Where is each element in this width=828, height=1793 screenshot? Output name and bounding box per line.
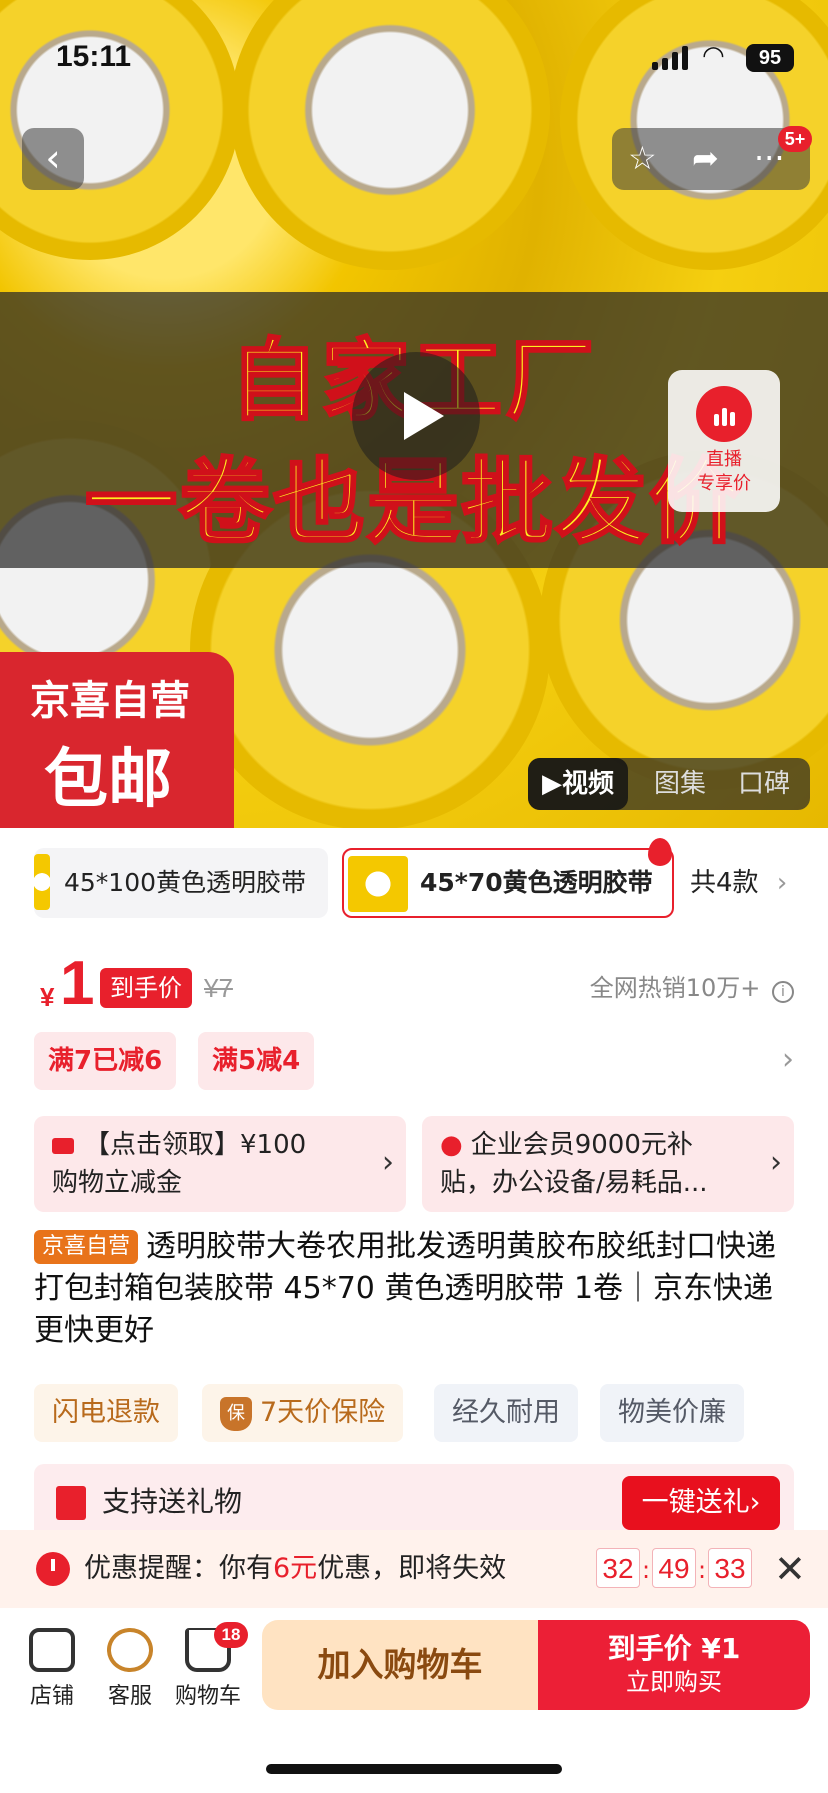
promo-card-enterprise[interactable]: ● 企业会员9000元补 贴，办公设备/易耗品... ›: [422, 1116, 794, 1212]
notification-badge: 5+: [778, 126, 812, 152]
promo-line: 贴，办公设备/易耗品...: [440, 1168, 708, 1198]
buy-now-label: 立即购买: [626, 1668, 722, 1696]
feature-chips: 闪电退款 保 7天价保险 经久耐用 物美价廉: [34, 1384, 794, 1442]
home-indicator[interactable]: [266, 1764, 562, 1774]
star-icon[interactable]: ☆: [628, 138, 657, 178]
promo-line: 企业会员9000元补: [470, 1130, 693, 1160]
promo-line: 购物立减金: [52, 1168, 183, 1198]
cart-button[interactable]: 购物车 18: [168, 1622, 248, 1710]
coupon-badge: 满5减4: [198, 1032, 315, 1090]
play-video-button[interactable]: [352, 352, 480, 480]
live-icon: [696, 386, 752, 442]
store-icon: [29, 1628, 75, 1672]
badge-free-shipping: 包邮: [44, 743, 172, 817]
feature-chip[interactable]: 闪电退款: [34, 1384, 178, 1442]
signal-icon: [652, 46, 692, 70]
chevron-right-icon: ›: [776, 868, 788, 898]
variant-option[interactable]: 45*100黄色透明胶带: [34, 848, 328, 918]
jingxi-badge: 京喜自营 包邮: [0, 652, 234, 828]
product-title-text: 透明胶带大卷农用批发透明黄胶布胶纸封口快递打包封箱包装胶带 45*70 黄色透明…: [34, 1229, 777, 1348]
live-sublabel: 专享价: [697, 473, 751, 494]
discount-reminder: 优惠提醒：你有6元优惠，即将失效 32:49:33 ✕: [0, 1530, 828, 1608]
buy-now-button[interactable]: 到手价 ¥1 立即购买: [538, 1620, 810, 1710]
media-tabs: ▶视频 图集 口碑: [528, 758, 810, 810]
live-price-card[interactable]: 直播 专享价: [668, 370, 780, 512]
back-button[interactable]: ‹: [22, 128, 84, 190]
shop-label: 店铺: [29, 1684, 74, 1709]
original-price: ¥7: [204, 973, 233, 1003]
timer-hours: 32: [596, 1548, 640, 1588]
user-icon: ●: [440, 1130, 463, 1160]
variant-option-selected[interactable]: 45*70黄色透明胶带: [342, 848, 674, 918]
tab-video[interactable]: ▶视频: [528, 758, 628, 810]
info-icon: i: [772, 981, 794, 1003]
service-icon: [107, 1628, 153, 1672]
tab-reviews[interactable]: 口碑: [738, 758, 790, 810]
shield-icon: 保: [220, 1397, 252, 1431]
variant-thumbnail: [348, 856, 408, 912]
coupon-badge: 满7已减6: [34, 1032, 177, 1090]
variant-label: 45*100黄色透明胶带: [64, 868, 307, 897]
promo-card-coupon[interactable]: 【点击领取】¥100 购物立减金 ›: [34, 1116, 406, 1212]
variant-thumbnail: [34, 854, 50, 910]
feature-chip[interactable]: 经久耐用: [434, 1384, 578, 1442]
feature-chip-label: 7天价保险: [260, 1397, 386, 1428]
wifi-icon: ◠: [702, 41, 725, 71]
variant-label: 45*70黄色透明胶带: [420, 868, 653, 897]
variant-count: 共4款: [690, 868, 759, 898]
variant-selector: 45*100黄色透明胶带 45*70黄色透明胶带 共4款 ›: [0, 848, 828, 918]
feature-chip[interactable]: 保 7天价保险: [202, 1384, 404, 1442]
fire-icon: [648, 838, 672, 866]
chevron-right-icon: ›: [770, 1145, 782, 1180]
price-tag: 到手价: [100, 968, 192, 1008]
product-title: 京喜自营 透明胶带大卷农用批发透明黄胶布胶纸封口快递打包封箱包装胶带 45*70 …: [34, 1226, 796, 1352]
shop-button[interactable]: 店铺: [12, 1628, 92, 1710]
chevron-right-icon: ›: [382, 1145, 394, 1180]
sales-info[interactable]: 全网热销10万+ i: [590, 968, 794, 1008]
currency-symbol: ¥: [40, 982, 55, 1012]
card-icon: [52, 1137, 74, 1154]
tab-gallery[interactable]: 图集: [654, 758, 706, 810]
reminder-text: 优惠提醒：你有6元优惠，即将失效: [84, 1548, 506, 1590]
customer-service-button[interactable]: 客服: [90, 1628, 170, 1710]
gift-label: 支持送礼物: [102, 1485, 243, 1518]
clock-icon: [36, 1552, 70, 1586]
product-media[interactable]: 15:11 ◠ 95 ‹ ☆ ➦ ··· 5+ 自家工厂 一卷也是批发价 直播 …: [0, 0, 828, 828]
send-gift-button[interactable]: 一键送礼›: [622, 1476, 780, 1530]
coupon-row[interactable]: 满7已减6 满5减4 ›: [34, 1032, 794, 1090]
cart-count-badge: 18: [214, 1622, 248, 1648]
timer-seconds: 33: [708, 1548, 752, 1588]
status-bar: 15:11 ◠ 95: [0, 0, 828, 110]
chevron-left-icon: ‹: [45, 136, 61, 180]
sales-count: 全网热销10万+: [589, 974, 761, 1002]
live-label: 直播: [706, 449, 742, 470]
status-time: 15:11: [56, 40, 132, 73]
reminder-suffix: 优惠，即将失效: [317, 1553, 507, 1584]
jingxi-tag: 京喜自营: [34, 1230, 139, 1264]
cart-label: 购物车: [174, 1684, 241, 1709]
add-to-cart-button[interactable]: 加入购物车: [262, 1620, 538, 1710]
timer-minutes: 49: [652, 1548, 696, 1588]
gift-icon: [56, 1486, 86, 1520]
price-row: ¥ 1 到手价 ¥7 全网热销10万+ i: [34, 949, 794, 1022]
buy-price-label: 到手价 ¥1: [607, 1632, 741, 1665]
battery-indicator: 95: [746, 44, 794, 72]
close-icon[interactable]: ✕: [774, 1548, 806, 1590]
promo-line: 【点击领取】¥100: [84, 1130, 307, 1160]
share-icon[interactable]: ➦: [692, 138, 719, 178]
badge-title: 京喜自营: [30, 678, 190, 724]
all-variants-link[interactable]: 共4款 ›: [690, 848, 787, 918]
feature-chip[interactable]: 物美价廉: [600, 1384, 744, 1442]
reminder-prefix: 优惠提醒：你有: [84, 1553, 273, 1584]
service-label: 客服: [107, 1684, 152, 1709]
price-value: 1: [60, 949, 95, 1018]
chevron-right-icon: ›: [782, 1042, 794, 1077]
reminder-amount: 6元: [273, 1553, 318, 1584]
countdown-timer: 32:49:33: [596, 1548, 752, 1590]
